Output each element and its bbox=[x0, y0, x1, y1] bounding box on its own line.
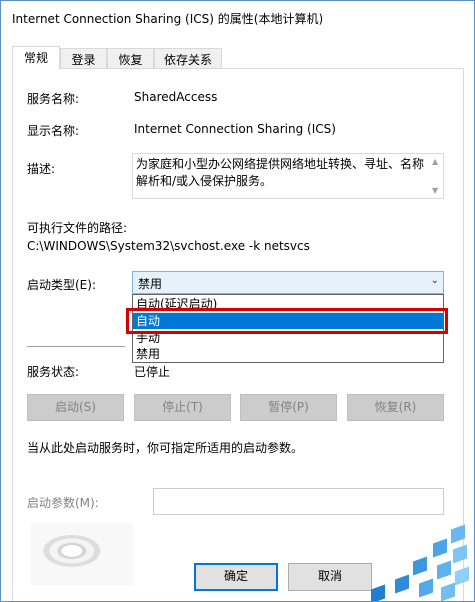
tab-logon[interactable]: 登录 bbox=[60, 48, 107, 69]
startup-type-label: 启动类型(E): bbox=[27, 278, 96, 292]
start-button[interactable]: 启动(S) bbox=[27, 394, 124, 421]
chevron-down-icon[interactable]: ▼ bbox=[432, 186, 438, 195]
start-params-hint: 当从此处启动服务时，你可指定所适用的启动参数。 bbox=[27, 441, 304, 455]
service-status-label: 服务状态: bbox=[27, 365, 80, 379]
service-name-label: 服务名称: bbox=[27, 92, 80, 106]
ok-button[interactable]: 确定 bbox=[194, 563, 278, 591]
highlight-annotation bbox=[126, 308, 448, 334]
service-name-value: SharedAccess bbox=[134, 90, 218, 104]
description-scrollbar[interactable]: ▲ ▼ bbox=[428, 154, 443, 198]
option-disabled[interactable]: 禁用 bbox=[133, 346, 443, 362]
start-params-label: 启动参数(M): bbox=[27, 496, 99, 510]
separator bbox=[27, 346, 125, 347]
watermark-image bbox=[31, 523, 133, 585]
description-label: 描述: bbox=[27, 162, 56, 176]
display-name-label: 显示名称: bbox=[27, 124, 80, 138]
resume-button[interactable]: 恢复(R) bbox=[347, 394, 444, 421]
start-params-input[interactable] bbox=[153, 488, 444, 515]
tab-general[interactable]: 常规 bbox=[12, 46, 60, 70]
startup-type-select[interactable]: 禁用 ⌄ bbox=[132, 271, 444, 294]
chevron-down-icon: ⌄ bbox=[430, 275, 439, 286]
stop-button[interactable]: 停止(T) bbox=[134, 394, 231, 421]
watermark-logo bbox=[341, 521, 474, 601]
description-text: 为家庭和小型办公网络提供网络地址转换、寻址、名称解析和/或入侵保护服务。 bbox=[136, 157, 425, 188]
service-properties-window: Internet Connection Sharing (ICS) 的属性(本地… bbox=[0, 0, 475, 602]
startup-type-value: 禁用 bbox=[138, 277, 163, 291]
title-bar[interactable]: Internet Connection Sharing (ICS) 的属性(本地… bbox=[1, 1, 474, 37]
window-title: Internet Connection Sharing (ICS) 的属性(本地… bbox=[12, 12, 324, 26]
tab-strip: 常规 登录 恢复 依存关系 bbox=[12, 46, 464, 70]
service-status-value: 已停止 bbox=[134, 365, 171, 379]
tab-recovery[interactable]: 恢复 bbox=[107, 48, 154, 69]
chevron-up-icon[interactable]: ▲ bbox=[432, 157, 438, 166]
description-textbox[interactable]: 为家庭和小型办公网络提供网络地址转换、寻址、名称解析和/或入侵保护服务。 ▲ ▼ bbox=[132, 153, 444, 199]
pause-button[interactable]: 暂停(P) bbox=[240, 394, 337, 421]
tab-dependencies[interactable]: 依存关系 bbox=[154, 48, 222, 69]
exe-path-value: C:\WINDOWS\System32\svchost.exe -k netsv… bbox=[27, 239, 310, 253]
exe-path-label: 可执行文件的路径: bbox=[27, 221, 128, 235]
display-name-value: Internet Connection Sharing (ICS) bbox=[134, 122, 336, 136]
